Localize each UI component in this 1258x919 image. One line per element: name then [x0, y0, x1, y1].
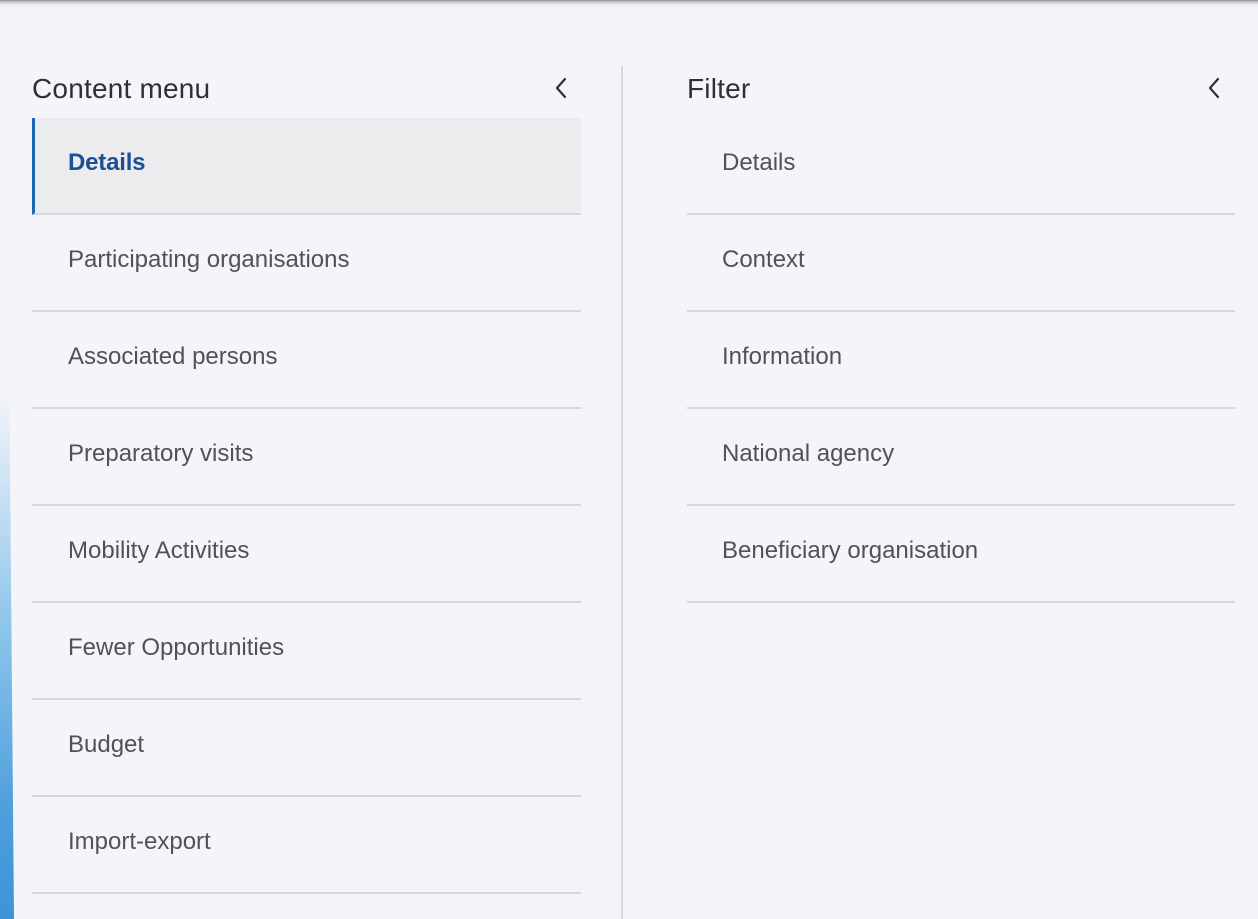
filter-list: Details Context Information National age… [687, 118, 1235, 603]
filter-item-beneficiary-organisation[interactable]: Beneficiary organisation [687, 506, 1235, 603]
content-menu-title: Content menu [32, 73, 211, 104]
filter-item-label: Information [722, 343, 843, 370]
content-menu-header: Content menu [32, 60, 581, 118]
menu-item-label: Associated persons [68, 343, 278, 370]
content-menu-item-participating-organisations[interactable]: Participating organisations [32, 215, 581, 312]
content-menu-panel: Content menu Details Participating organ… [32, 60, 581, 894]
content-menu-list: Details Participating organisations Asso… [32, 118, 581, 894]
filter-item-label: National agency [722, 440, 895, 467]
top-bar-shadow [0, 0, 1258, 10]
filter-item-label: Beneficiary organisation [722, 537, 979, 564]
filter-item-details[interactable]: Details [687, 118, 1235, 215]
filter-header: Filter [687, 60, 1235, 118]
filter-item-context[interactable]: Context [687, 215, 1235, 312]
chevron-left-icon[interactable] [544, 68, 578, 108]
menu-item-label: Participating organisations [68, 246, 350, 273]
filter-item-label: Context [722, 246, 805, 273]
content-menu-item-preparatory-visits[interactable]: Preparatory visits [32, 409, 581, 506]
panel-divider [621, 66, 623, 919]
filter-panel: Filter Details Context Information Natio… [687, 60, 1235, 603]
menu-item-label: Preparatory visits [68, 440, 254, 467]
filter-title: Filter [687, 73, 751, 104]
content-menu-item-mobility-activities[interactable]: Mobility Activities [32, 506, 581, 603]
filter-item-national-agency[interactable]: National agency [687, 409, 1235, 506]
content-menu-item-budget[interactable]: Budget [32, 700, 581, 797]
content-menu-item-import-export[interactable]: Import-export [32, 797, 581, 894]
menu-item-label: Details [68, 149, 146, 176]
menu-item-label: Mobility Activities [68, 537, 250, 564]
menu-item-label: Budget [68, 731, 145, 758]
filter-item-label: Details [722, 149, 796, 176]
filter-item-information[interactable]: Information [687, 312, 1235, 409]
chevron-left-icon[interactable] [1197, 68, 1231, 108]
content-menu-item-details[interactable]: Details [32, 118, 581, 215]
menu-item-label: Import-export [68, 828, 211, 855]
content-menu-item-associated-persons[interactable]: Associated persons [32, 312, 581, 409]
content-menu-item-fewer-opportunities[interactable]: Fewer Opportunities [32, 603, 581, 700]
left-edge-gradient [0, 10, 14, 919]
menu-item-label: Fewer Opportunities [68, 634, 285, 661]
